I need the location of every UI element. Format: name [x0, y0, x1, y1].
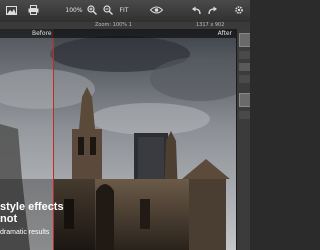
top-toolbar: 100% FIT: [0, 0, 250, 23]
eye-icon[interactable]: [148, 3, 164, 17]
after-label: After: [217, 30, 232, 37]
photo-canvas[interactable]: Before After style effects not dramatic …: [0, 29, 236, 250]
caption-line-3: dramatic results: [0, 229, 50, 236]
settings-icon[interactable]: [232, 3, 246, 17]
photo-editor-window: 100% FIT Zoom: 100% 1 1317 x 902 Before …: [0, 0, 250, 250]
print-icon[interactable]: [26, 3, 40, 17]
before-label: Before: [32, 30, 52, 37]
compare-divider[interactable]: [53, 29, 54, 250]
side-panel: [236, 29, 250, 250]
zoom-value[interactable]: 100%: [65, 3, 82, 17]
zoom-out-icon[interactable]: [102, 3, 114, 17]
image-icon[interactable]: [4, 3, 18, 17]
zoom-info-bar: Zoom: 100% 1 1317 x 902: [0, 22, 250, 29]
zoom-in-icon[interactable]: [86, 3, 98, 17]
panel-row[interactable]: [239, 111, 250, 119]
caption-line-2: not: [0, 213, 18, 225]
caption-line-1: style effects: [0, 201, 64, 213]
compare-bar: Before After: [0, 29, 236, 38]
panel-row[interactable]: [239, 51, 250, 59]
panel-row[interactable]: [239, 75, 250, 83]
preset-thumbnail[interactable]: [239, 33, 250, 47]
fit-button[interactable]: FIT: [117, 3, 131, 17]
undo-icon[interactable]: [190, 3, 202, 17]
redo-icon[interactable]: [207, 3, 219, 17]
panel-row[interactable]: [239, 63, 250, 71]
preset-thumbnail[interactable]: [239, 93, 250, 107]
zoom-text: Zoom: 100% 1: [95, 22, 132, 28]
image-dimensions: 1317 x 902: [196, 22, 225, 28]
